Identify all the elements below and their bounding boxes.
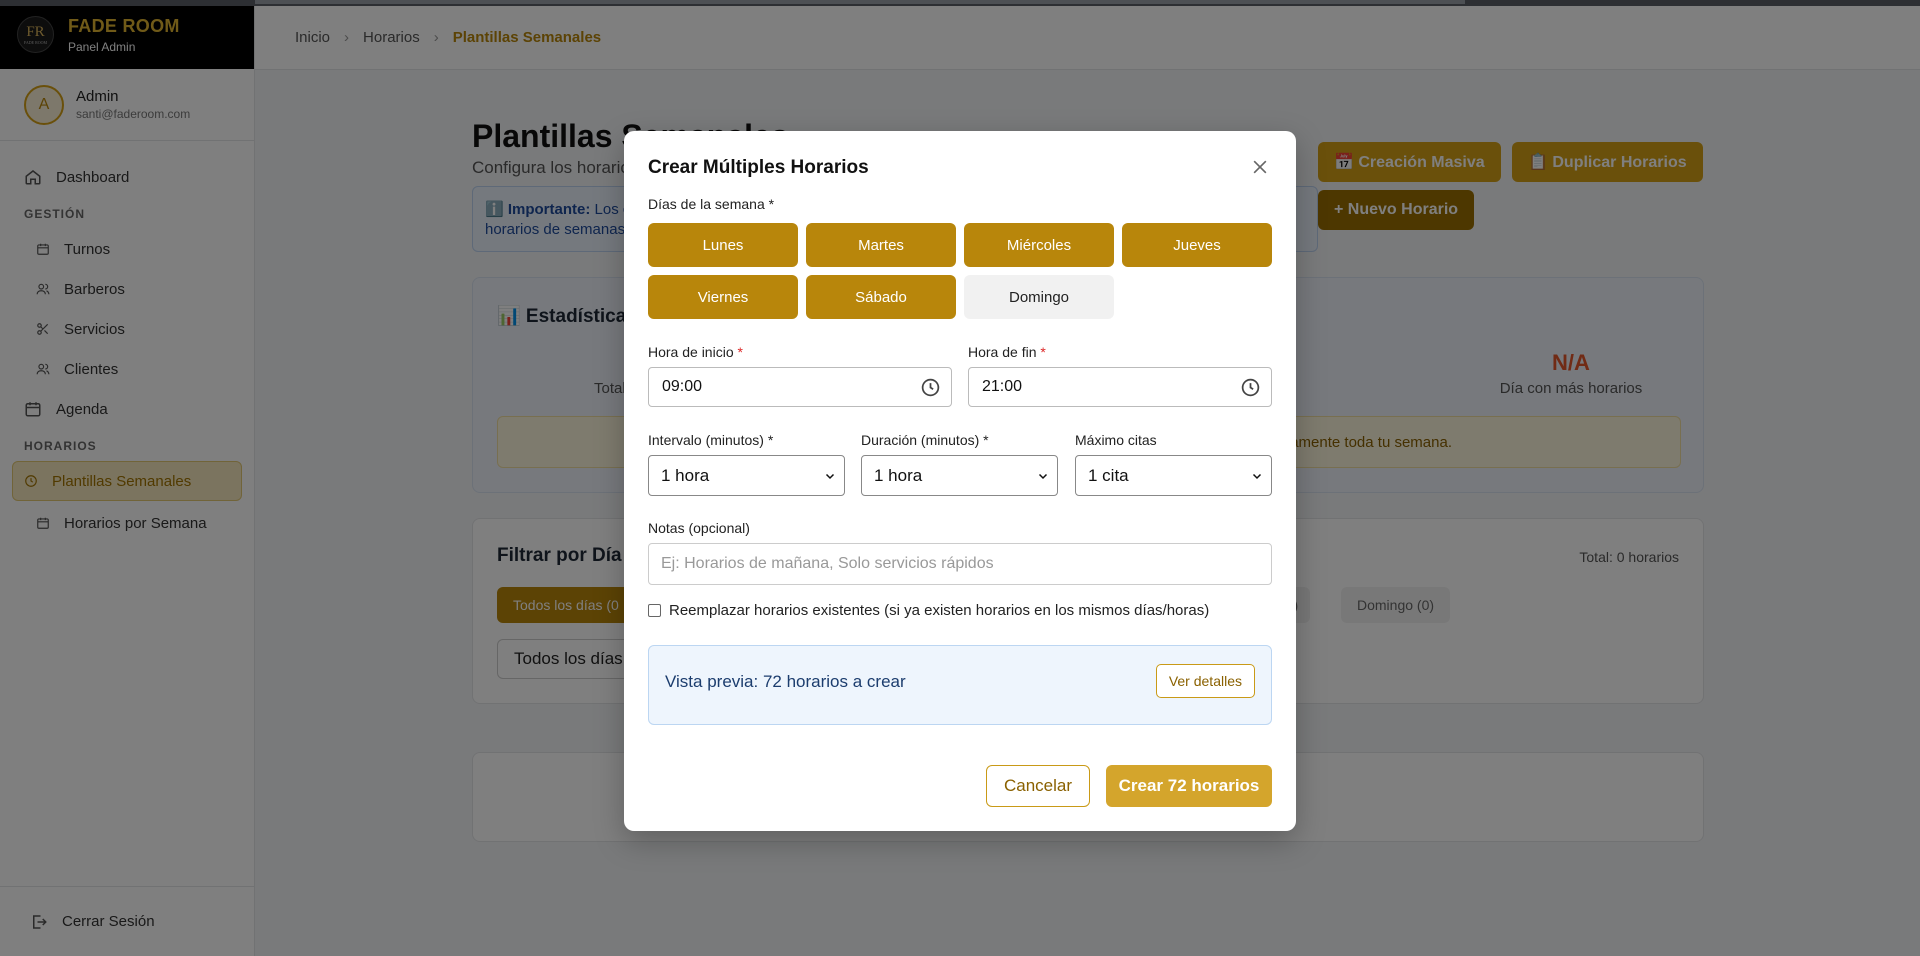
start-time-input[interactable]: 09:00 [648,367,952,407]
clock-icon[interactable] [920,377,941,398]
notes-label: Notas (opcional) [648,520,750,536]
create-multiple-schedules-modal: Crear Múltiples Horarios Días de la sema… [624,131,1296,831]
notes-input[interactable]: Ej: Horarios de mañana, Solo servicios r… [648,543,1272,585]
chevron-down-icon [824,470,836,482]
preview-box: Vista previa: 72 horarios a crear Ver de… [648,645,1272,725]
clock-icon[interactable] [1240,377,1261,398]
start-time-label: Hora de inicio * [648,344,743,360]
start-time-value: 09:00 [662,378,703,395]
day-button-viernes[interactable]: Viernes [648,275,798,319]
chevron-down-icon [1251,470,1263,482]
preview-text: Vista previa: 72 horarios a crear [665,672,906,691]
cancel-button[interactable]: Cancelar [986,765,1090,807]
replace-existing-label: Reemplazar horarios existentes (si ya ex… [669,602,1210,619]
replace-existing-row[interactable]: Reemplazar horarios existentes (si ya ex… [648,602,1209,619]
duration-select[interactable]: 1 hora [861,455,1058,496]
interval-value: 1 hora [661,465,710,485]
max-appointments-select[interactable]: 1 cita [1075,455,1272,496]
end-time-input[interactable]: 21:00 [968,367,1272,407]
day-button-martes[interactable]: Martes [806,223,956,267]
end-time-value: 21:00 [982,378,1023,395]
day-button-sabado[interactable]: Sábado [806,275,956,319]
chevron-down-icon [1037,470,1049,482]
create-schedules-button[interactable]: Crear 72 horarios [1106,765,1272,807]
max-appointments-label: Máximo citas [1075,432,1157,448]
day-button-jueves[interactable]: Jueves [1122,223,1272,267]
day-button-miercoles[interactable]: Miércoles [964,223,1114,267]
duration-label: Duración (minutos) * [861,432,989,448]
replace-existing-checkbox[interactable] [648,604,661,617]
interval-select[interactable]: 1 hora [648,455,845,496]
days-label: Días de la semana * [648,196,775,212]
interval-label: Intervalo (minutos) * [648,432,774,448]
day-button-lunes[interactable]: Lunes [648,223,798,267]
view-details-button[interactable]: Ver detalles [1155,664,1255,698]
duration-value: 1 hora [874,465,923,485]
modal-title: Crear Múltiples Horarios [648,157,869,178]
day-button-domingo[interactable]: Domingo [964,275,1114,319]
close-icon[interactable] [1250,157,1270,177]
end-time-label: Hora de fin * [968,344,1046,360]
max-appointments-value: 1 cita [1088,465,1129,485]
